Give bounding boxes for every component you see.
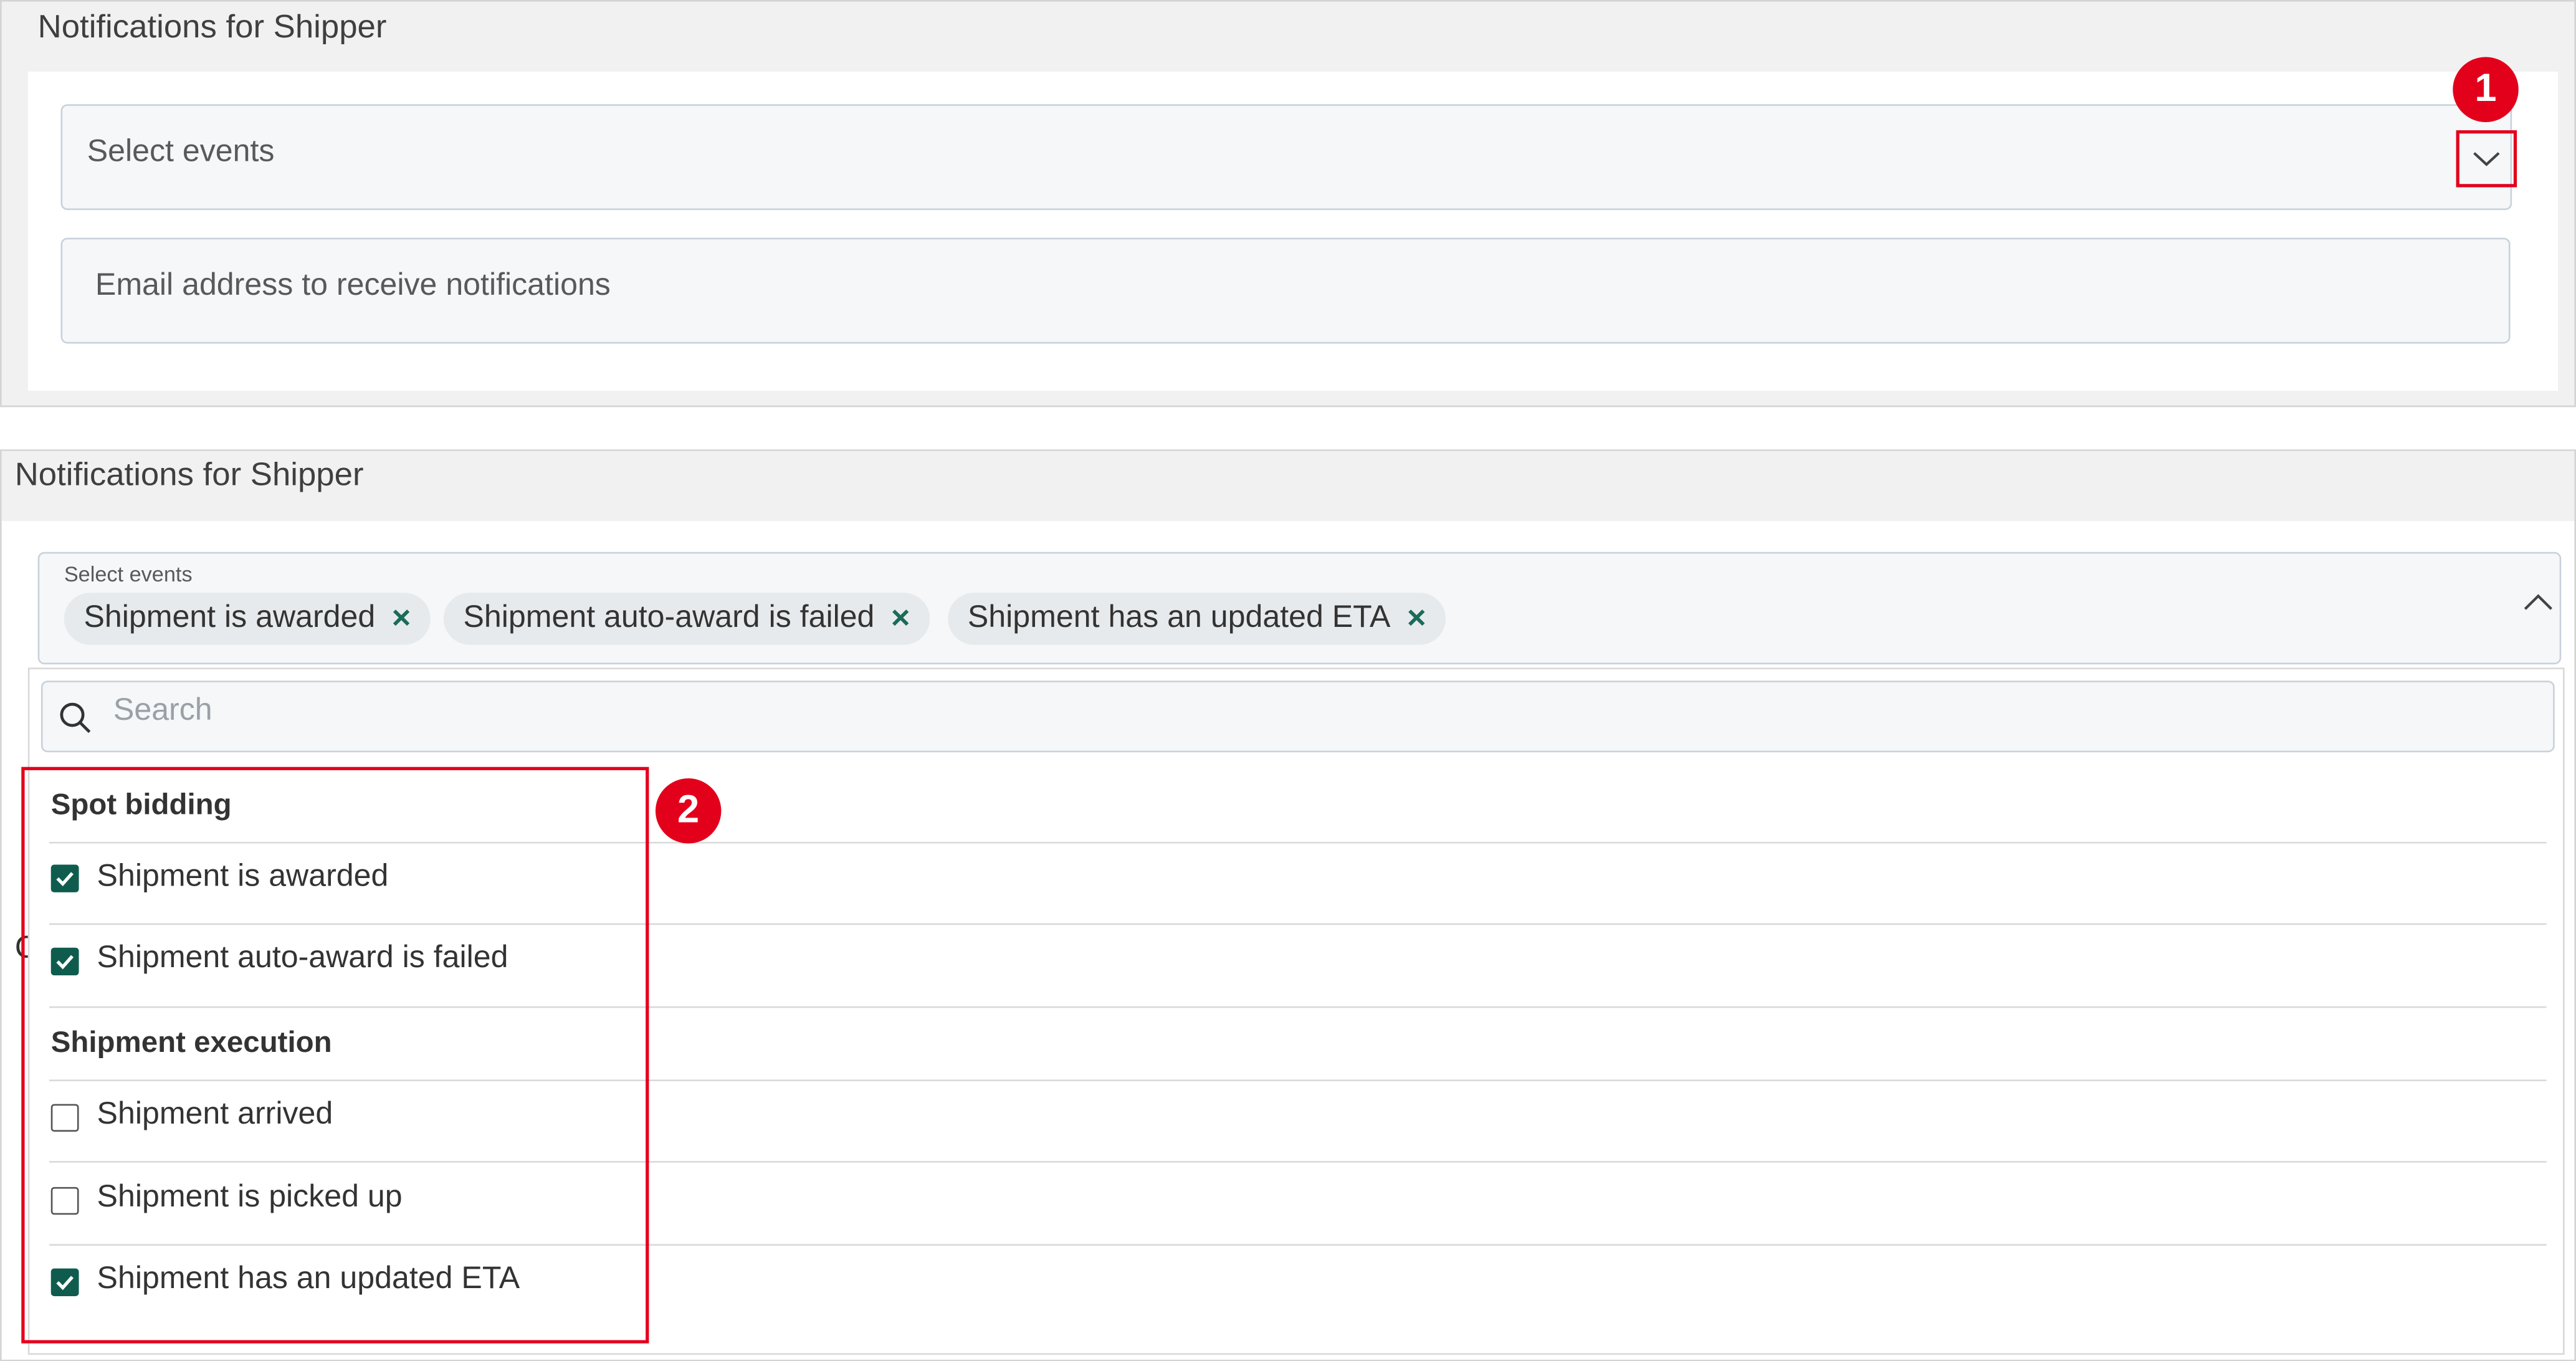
selected-chip: Shipment auto-award is failed ×: [443, 593, 930, 645]
close-icon[interactable]: ×: [891, 600, 910, 638]
panel-title: Notifications for Shipper: [14, 457, 364, 494]
chip-label: Shipment auto-award is failed: [463, 601, 875, 636]
highlight-box: [21, 766, 649, 1344]
select-events-placeholder: Select events: [87, 135, 275, 170]
chevron-down-icon: [2473, 152, 2500, 166]
search-placeholder: Search: [113, 694, 212, 728]
panel-header: [1, 451, 2575, 522]
panel-title: Notifications for Shipper: [37, 9, 387, 46]
select-events-field[interactable]: [60, 104, 2512, 211]
search-input[interactable]: [41, 680, 2555, 753]
search-icon: [57, 700, 93, 745]
selected-chip: Shipment has an updated ETA ×: [948, 593, 1446, 645]
selected-chip: Shipment is awarded ×: [64, 593, 431, 645]
chevron-up-icon: [2524, 594, 2552, 610]
callout-badge-2: 2: [655, 778, 722, 844]
close-icon[interactable]: ×: [392, 600, 411, 638]
select-events-label: Select events: [64, 561, 193, 586]
expand-events-button[interactable]: [2456, 130, 2517, 188]
chip-label: Shipment is awarded: [83, 601, 376, 636]
collapse-events-button[interactable]: [2520, 590, 2556, 624]
email-placeholder: Email address to receive notifications: [95, 269, 611, 303]
chip-label: Shipment has an updated ETA: [967, 601, 1391, 636]
close-icon[interactable]: ×: [1407, 600, 1426, 638]
callout-badge-1: 1: [2453, 57, 2519, 122]
